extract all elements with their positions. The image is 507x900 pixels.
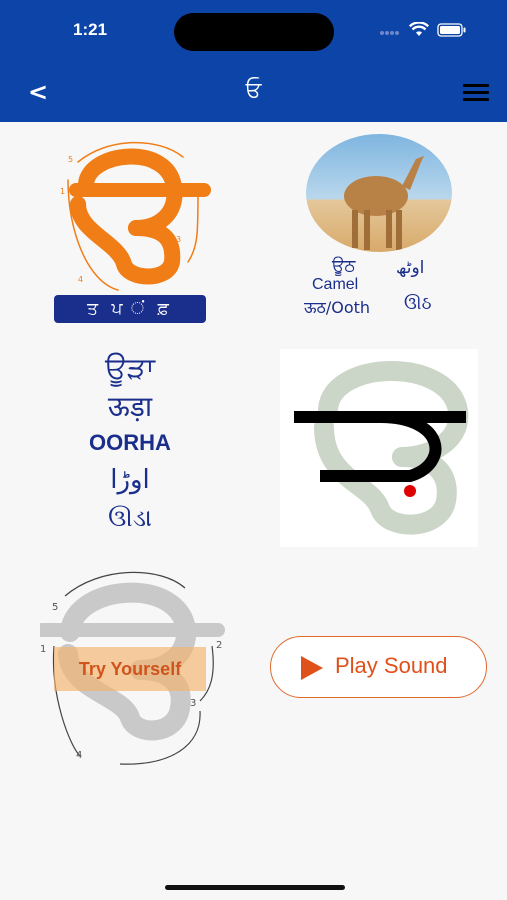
gujarati-word: ઊડા bbox=[108, 504, 152, 532]
try-yourself-button[interactable]: Try Yourself bbox=[54, 647, 206, 691]
stroke-number: 3 bbox=[190, 698, 196, 709]
wifi-icon bbox=[409, 22, 429, 36]
camel-words: ਊਠ اوٹھ Camel ऊठ/Ooth ઊઠ bbox=[300, 256, 460, 320]
gurmukhi-word: ਊੜਾ bbox=[105, 351, 155, 386]
hindi-word: ऊठ/Ooth bbox=[304, 298, 371, 317]
status-bar: 1:21 bbox=[0, 0, 507, 64]
signal-icon bbox=[380, 30, 399, 35]
letter-forms-badge: ਤ ਪ ਂ ਫ਼ bbox=[54, 295, 206, 323]
gujarati-word: ઊઠ bbox=[404, 294, 432, 314]
hindi-word: ऊड़ा bbox=[107, 390, 153, 423]
shahmukhi-word: اوڑا bbox=[110, 465, 150, 495]
play-sound-button[interactable]: Play Sound bbox=[270, 636, 487, 698]
home-indicator[interactable] bbox=[165, 885, 345, 890]
dynamic-island bbox=[174, 13, 334, 51]
english-word: Camel bbox=[312, 276, 359, 293]
letter-trace-image bbox=[280, 349, 478, 547]
word-card: ਊੜਾ ऊड़ा OORHA اوڑا ઊડા bbox=[62, 350, 198, 545]
stroke-number: 2 bbox=[200, 187, 205, 196]
stroke-number: 5 bbox=[52, 602, 58, 613]
stroke-number: 4 bbox=[78, 275, 83, 284]
camel-icon bbox=[344, 156, 424, 250]
english-word: OORHA bbox=[89, 430, 171, 455]
status-time: 1:21 bbox=[73, 20, 108, 39]
hamburger-menu-icon[interactable] bbox=[463, 84, 489, 105]
stroke-number: 1 bbox=[60, 187, 65, 196]
nav-bar: < ਓ bbox=[0, 64, 507, 122]
stroke-number: 4 bbox=[76, 750, 82, 761]
stroke-number: 5 bbox=[68, 155, 73, 164]
stroke-number: 3 bbox=[176, 235, 181, 244]
camel-image bbox=[306, 134, 452, 252]
stroke-number: 1 bbox=[40, 644, 46, 655]
shahmukhi-word: اوٹھ bbox=[396, 258, 425, 278]
page-title: ਓ bbox=[245, 78, 262, 103]
status-icons bbox=[379, 22, 467, 37]
gurmukhi-word: ਊਠ bbox=[332, 256, 356, 276]
letter-trace-icon bbox=[294, 361, 469, 535]
stroke-number: 2 bbox=[216, 640, 222, 651]
battery-icon bbox=[437, 22, 466, 37]
play-icon bbox=[301, 656, 323, 680]
play-sound-label: Play Sound bbox=[335, 653, 448, 678]
